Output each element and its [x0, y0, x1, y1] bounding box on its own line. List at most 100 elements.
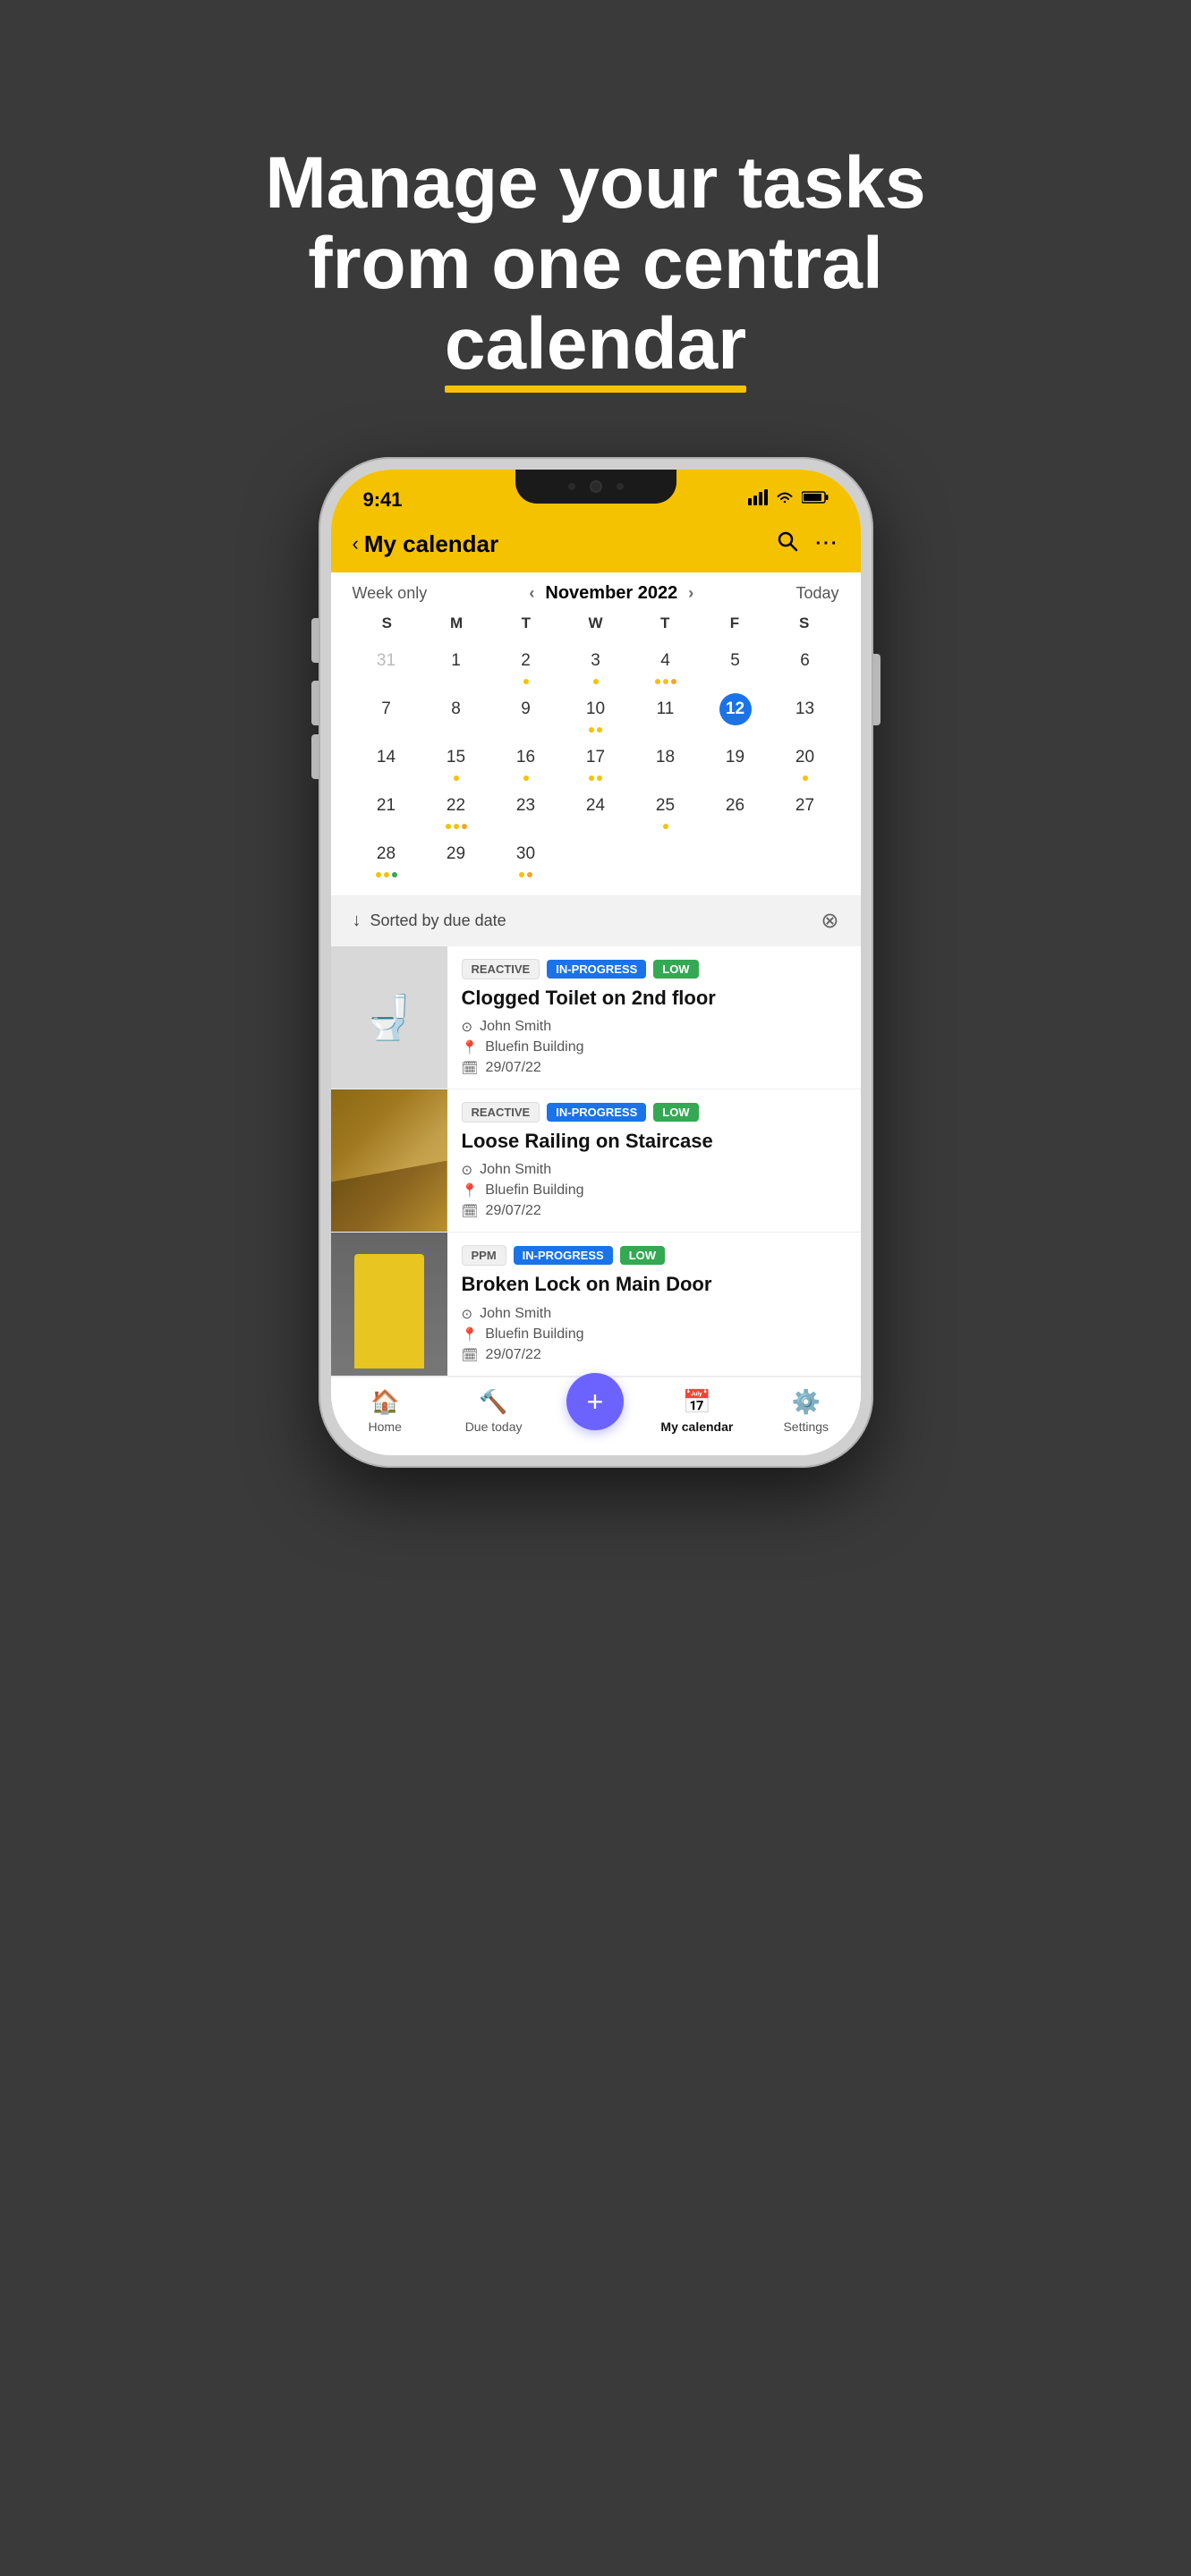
hero-heading: Manage your tasks from one central calen…	[265, 143, 925, 386]
cal-day-19[interactable]: 19	[702, 738, 770, 784]
header-title: My calendar	[364, 530, 498, 558]
day-header-f: F	[700, 611, 770, 636]
cal-empty-3	[702, 835, 770, 881]
sort-bar: ↓ Sorted by due date ⊗	[331, 895, 861, 946]
hero-line1: Manage your tasks	[265, 142, 925, 224]
cal-day-28[interactable]: 28	[353, 835, 421, 881]
my-calendar-label: My calendar	[660, 1419, 733, 1434]
task-date-1: 🗓 29/07/22	[462, 1060, 846, 1076]
back-button[interactable]: ‹	[353, 532, 359, 555]
next-month-button[interactable]: ›	[688, 584, 693, 603]
battery-icon	[802, 490, 829, 509]
header-right: ···	[777, 530, 839, 558]
location-name-3: Bluefin Building	[485, 1326, 583, 1343]
cal-day-2[interactable]: 2	[492, 641, 560, 688]
cal-day-3[interactable]: 3	[562, 641, 630, 688]
add-fab-button[interactable]: +	[566, 1373, 624, 1430]
cal-day-11[interactable]: 11	[632, 690, 700, 736]
task-card-3[interactable]: PPM IN-PROGRESS LOW Broken Lock on Main …	[331, 1233, 861, 1376]
assignee-name-3: John Smith	[480, 1306, 551, 1322]
cal-day-7[interactable]: 7	[353, 690, 421, 736]
notch-dot	[617, 483, 624, 490]
cal-day-12[interactable]: 12	[702, 690, 770, 736]
cal-day-4[interactable]: 4	[632, 641, 700, 688]
search-icon[interactable]	[777, 530, 798, 558]
assignee-name-2: John Smith	[480, 1162, 551, 1178]
cal-day-23[interactable]: 23	[492, 786, 560, 833]
sort-bar-left: ↓ Sorted by due date	[353, 911, 506, 931]
task-assignee-3: ⊙ John Smith	[462, 1306, 846, 1322]
location-icon-1: 📍	[462, 1039, 479, 1055]
due-date-1: 29/07/22	[486, 1060, 541, 1076]
cal-day-13[interactable]: 13	[771, 690, 839, 736]
cal-day-8[interactable]: 8	[422, 690, 490, 736]
cal-day-1[interactable]: 1	[422, 641, 490, 688]
cal-day-10[interactable]: 10	[562, 690, 630, 736]
cal-day-16[interactable]: 16	[492, 738, 560, 784]
cal-day-26[interactable]: 26	[702, 786, 770, 833]
nav-my-calendar[interactable]: 📅 My calendar	[660, 1388, 733, 1434]
tag-reactive-1: REACTIVE	[462, 959, 540, 979]
location-icon-2: 📍	[462, 1182, 479, 1199]
day-header-t2: T	[630, 611, 700, 636]
wifi-icon	[775, 490, 795, 509]
cal-day-20[interactable]: 20	[771, 738, 839, 784]
status-time: 9:41	[363, 488, 403, 512]
hero-line3-underline: calendar	[445, 304, 746, 385]
cal-day-29[interactable]: 29	[422, 835, 490, 881]
task-date-3: 🗓 29/07/22	[462, 1347, 846, 1363]
task-date-2: 🗓 29/07/22	[462, 1203, 846, 1219]
tag-low-2: LOW	[653, 1103, 698, 1122]
door-image	[331, 1233, 447, 1375]
more-icon[interactable]: ···	[816, 534, 839, 555]
cal-day-9[interactable]: 9	[492, 690, 560, 736]
tag-ppm-3: PPM	[462, 1245, 506, 1266]
tag-in-progress-3: IN-PROGRESS	[514, 1246, 613, 1265]
cal-day-30[interactable]: 30	[492, 835, 560, 881]
calendar-icon-2: 🗓	[462, 1203, 479, 1219]
phone-shell: 9:41	[319, 457, 873, 1468]
cal-day-27[interactable]: 27	[771, 786, 839, 833]
notch-speaker	[568, 483, 575, 490]
cal-day-14[interactable]: 14	[353, 738, 421, 784]
nav-settings[interactable]: ⚙️ Settings	[770, 1388, 842, 1434]
day-header-m: M	[421, 611, 491, 636]
cal-day-31[interactable]: 31	[353, 641, 421, 688]
cal-day-25[interactable]: 25	[632, 786, 700, 833]
task-card-2[interactable]: REACTIVE IN-PROGRESS LOW Loose Railing o…	[331, 1089, 861, 1233]
person-icon-2: ⊙	[462, 1162, 473, 1178]
task-tags-2: REACTIVE IN-PROGRESS LOW	[462, 1102, 846, 1123]
status-icons	[748, 489, 829, 510]
home-label: Home	[369, 1419, 402, 1434]
cal-day-6[interactable]: 6	[771, 641, 839, 688]
task-tags-1: REACTIVE IN-PROGRESS LOW	[462, 959, 846, 979]
cal-day-15[interactable]: 15	[422, 738, 490, 784]
prev-month-button[interactable]: ‹	[529, 584, 534, 603]
phone-screen: 9:41	[331, 470, 861, 1455]
cal-day-22[interactable]: 22	[422, 786, 490, 833]
due-today-label: Due today	[465, 1419, 523, 1434]
sort-close-button[interactable]: ⊗	[821, 908, 838, 934]
hero-line2: from one central	[308, 223, 882, 304]
cal-day-17[interactable]: 17	[562, 738, 630, 784]
cal-day-5[interactable]: 5	[702, 641, 770, 688]
signal-icon	[748, 489, 768, 510]
add-icon: +	[587, 1385, 604, 1419]
task-assignee-1: ⊙ John Smith	[462, 1019, 846, 1035]
location-icon-3: 📍	[462, 1326, 479, 1343]
today-button[interactable]: Today	[795, 584, 838, 603]
cal-day-18[interactable]: 18	[632, 738, 700, 784]
week-only-label[interactable]: Week only	[353, 584, 428, 603]
task-image-1	[331, 946, 447, 1089]
settings-label: Settings	[783, 1419, 829, 1434]
task-tags-3: PPM IN-PROGRESS LOW	[462, 1245, 846, 1266]
task-card-1[interactable]: REACTIVE IN-PROGRESS LOW Clogged Toilet …	[331, 946, 861, 1089]
day-header-w: W	[561, 611, 631, 636]
calendar-nav-icon: 📅	[683, 1388, 711, 1416]
nav-due-today[interactable]: 🔨 Due today	[458, 1388, 530, 1434]
location-name-1: Bluefin Building	[485, 1039, 583, 1055]
cal-empty-4	[771, 835, 839, 881]
nav-home[interactable]: 🏠 Home	[349, 1388, 421, 1434]
cal-day-24[interactable]: 24	[562, 786, 630, 833]
cal-day-21[interactable]: 21	[353, 786, 421, 833]
